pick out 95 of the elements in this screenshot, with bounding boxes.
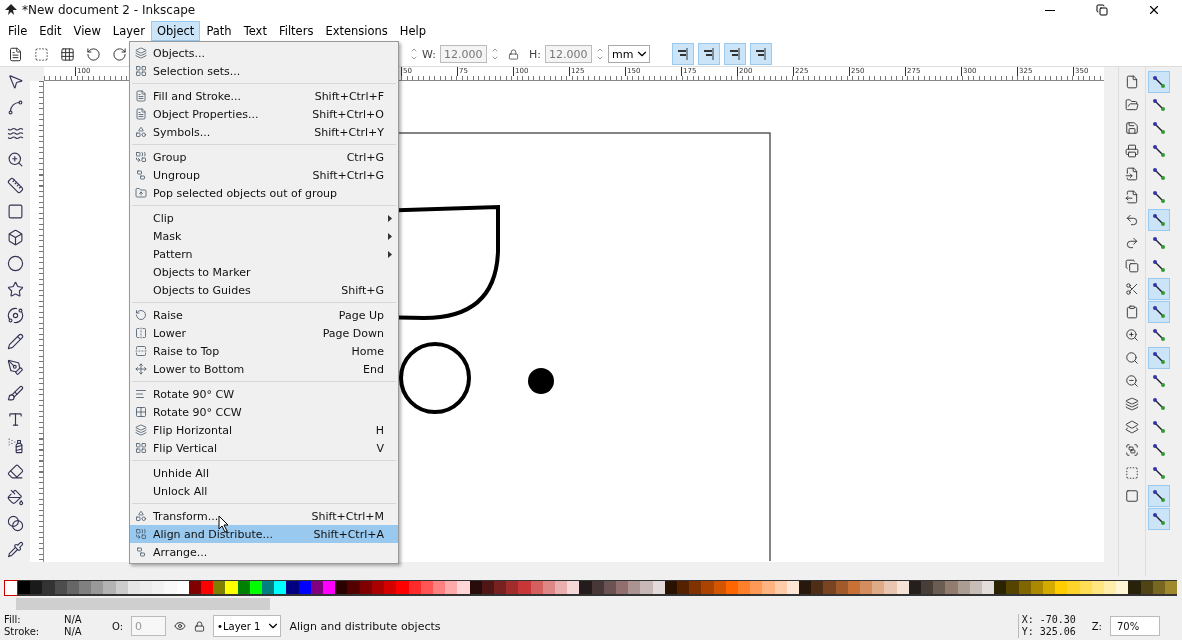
shortcut-text: Shift+Ctrl+M	[311, 509, 384, 523]
menu-entry-label: Pattern	[153, 247, 194, 261]
menu-entry[interactable]: Raise Page Up	[130, 306, 398, 324]
menu-entry-label: Ungroup	[153, 168, 201, 182]
layer-dropdown[interactable]: •Layer 1	[213, 615, 282, 637]
shortcut-text: V	[376, 441, 384, 455]
menu-entry[interactable]: Selection sets...	[130, 62, 398, 80]
menu-entry[interactable]: Pop selected objects out of group	[130, 184, 398, 202]
menu-entry[interactable]: Lower to Bottom End	[130, 360, 398, 378]
menu-entry-label: Mask	[153, 229, 183, 243]
menu-entry-label: Unhide All	[153, 466, 210, 480]
menu-entry[interactable]: Flip Horizontal H	[130, 421, 398, 439]
y-label: Y:	[1021, 626, 1035, 638]
menu-entry[interactable]: Lower Page Down	[130, 324, 398, 342]
menu-entry-label: Transform...	[153, 509, 220, 523]
menu-entry-label: Rotate 90° CCW	[153, 405, 243, 419]
menu-entry[interactable]: Raise to Top Home	[130, 342, 398, 360]
menu-entry[interactable]: Object Properties... Shift+Ctrl+O	[130, 105, 398, 123]
width-field[interactable]: 12.000	[439, 45, 487, 63]
menu-item[interactable]: Filters	[272, 21, 320, 41]
opacity-label: O:	[112, 620, 124, 632]
menu-item[interactable]: Object	[150, 21, 201, 41]
menu-item[interactable]: Path	[200, 21, 238, 41]
menu-entry-label: Group	[153, 150, 188, 164]
menu-entry[interactable]: Pattern	[130, 245, 398, 263]
menu-entry[interactable]: Rotate 90° CCW	[130, 403, 398, 421]
height-field[interactable]: 12.000	[544, 45, 592, 63]
menu-entry-label: Object Properties...	[153, 107, 260, 121]
menu-item[interactable]: Text	[237, 21, 273, 41]
menu-entry-label: Flip Vertical	[153, 441, 219, 455]
zoom-label: Z:	[1091, 620, 1102, 632]
menu-entry-label: Arrange...	[153, 545, 209, 559]
window-title: *New document 2 - Inkscape	[22, 3, 197, 17]
shortcut-text: Shift+Ctrl+Y	[314, 125, 384, 139]
shortcut-text: Home	[351, 344, 384, 358]
shortcut-text: Shift+Ctrl+A	[313, 527, 384, 541]
menu-entry-label: Objects to Marker	[153, 265, 252, 279]
menu-entry-label: Pop selected objects out of group	[153, 186, 339, 200]
menu-entry-label: Lower	[153, 326, 187, 340]
shortcut-text: End	[363, 362, 384, 376]
x-label: X:	[1021, 614, 1035, 626]
menu-entry-label: Raise to Top	[153, 344, 221, 358]
menu-entry-label: Objects to Guides	[153, 283, 252, 297]
menu-entry[interactable]: Objects to Marker	[130, 263, 398, 281]
status-message: Align and distribute objects	[289, 619, 442, 633]
width-label: W:	[422, 47, 436, 61]
zoom-field[interactable]: 70%	[1110, 616, 1160, 636]
menu-item[interactable]: Help	[393, 21, 433, 41]
shortcut-text: Shift+Ctrl+F	[314, 89, 384, 103]
menu-item[interactable]: Layer	[106, 21, 151, 41]
menu-entry[interactable]: Objects to Guides Shift+G	[130, 281, 398, 299]
menu-item[interactable]: Edit	[33, 21, 68, 41]
menu-entry[interactable]: Ungroup Shift+Ctrl+G	[130, 166, 398, 184]
menu-entry-label: Objects...	[153, 46, 207, 60]
menu-item[interactable]: View	[67, 21, 107, 41]
stroke-value: N/A	[64, 626, 83, 638]
menu-entry[interactable]: Fill and Stroke... Shift+Ctrl+F	[130, 87, 398, 105]
menu-entry-label: Unlock All	[153, 484, 209, 498]
menu-entry-label: Lower to Bottom	[153, 362, 246, 376]
shortcut-text: Ctrl+G	[346, 150, 384, 164]
menu-entry[interactable]: Align and Distribute... Shift+Ctrl+A	[130, 525, 398, 543]
menu-entry-label: Clip	[153, 211, 175, 225]
menu-entry[interactable]: Group Ctrl+G	[130, 148, 398, 166]
x-value: -70.30	[1039, 614, 1077, 626]
y-value: 325.06	[1039, 626, 1077, 638]
menu-entry[interactable]: Mask	[130, 227, 398, 245]
shortcut-text: Shift+G	[341, 283, 384, 297]
menu-entry-label: Symbols...	[153, 125, 212, 139]
menu-entry[interactable]: Objects...	[130, 44, 398, 62]
menu-entry-label: Fill and Stroke...	[153, 89, 242, 103]
shortcut-text: H	[375, 423, 384, 437]
menu-entry[interactable]: Symbols... Shift+Ctrl+Y	[130, 123, 398, 141]
shortcut-text: Shift+Ctrl+O	[312, 107, 384, 121]
menu-entry[interactable]: Arrange...	[130, 543, 398, 561]
menu-item[interactable]: Extensions	[319, 21, 394, 41]
height-label: H:	[528, 47, 541, 61]
fill-value: N/A	[64, 614, 83, 626]
menu-entry-label: Raise	[153, 308, 184, 322]
shortcut-text: Page Down	[322, 326, 384, 340]
menu-entry[interactable]: Unlock All	[130, 482, 398, 500]
menu-entry[interactable]: Unhide All	[130, 464, 398, 482]
menu-entry[interactable]: Transform... Shift+Ctrl+M	[130, 507, 398, 525]
menu-item[interactable]: File	[2, 21, 34, 41]
shortcut-text: Page Up	[338, 308, 384, 322]
menu-entry-label: Rotate 90° CW	[153, 387, 236, 401]
shortcut-text: Shift+Ctrl+G	[312, 168, 384, 182]
fill-label: Fill:	[4, 614, 22, 626]
menu-entry[interactable]: Clip	[130, 209, 398, 227]
menu-entry[interactable]: Rotate 90° CW	[130, 385, 398, 403]
stroke-label: Stroke:	[4, 626, 41, 638]
menu-entry-label: Selection sets...	[153, 64, 242, 78]
menu-entry[interactable]: Flip Vertical V	[130, 439, 398, 457]
unit-dropdown[interactable]: mm	[607, 45, 651, 63]
menu-entry-label: Align and Distribute...	[153, 527, 274, 541]
menu-entry-label: Flip Horizontal	[153, 423, 234, 437]
